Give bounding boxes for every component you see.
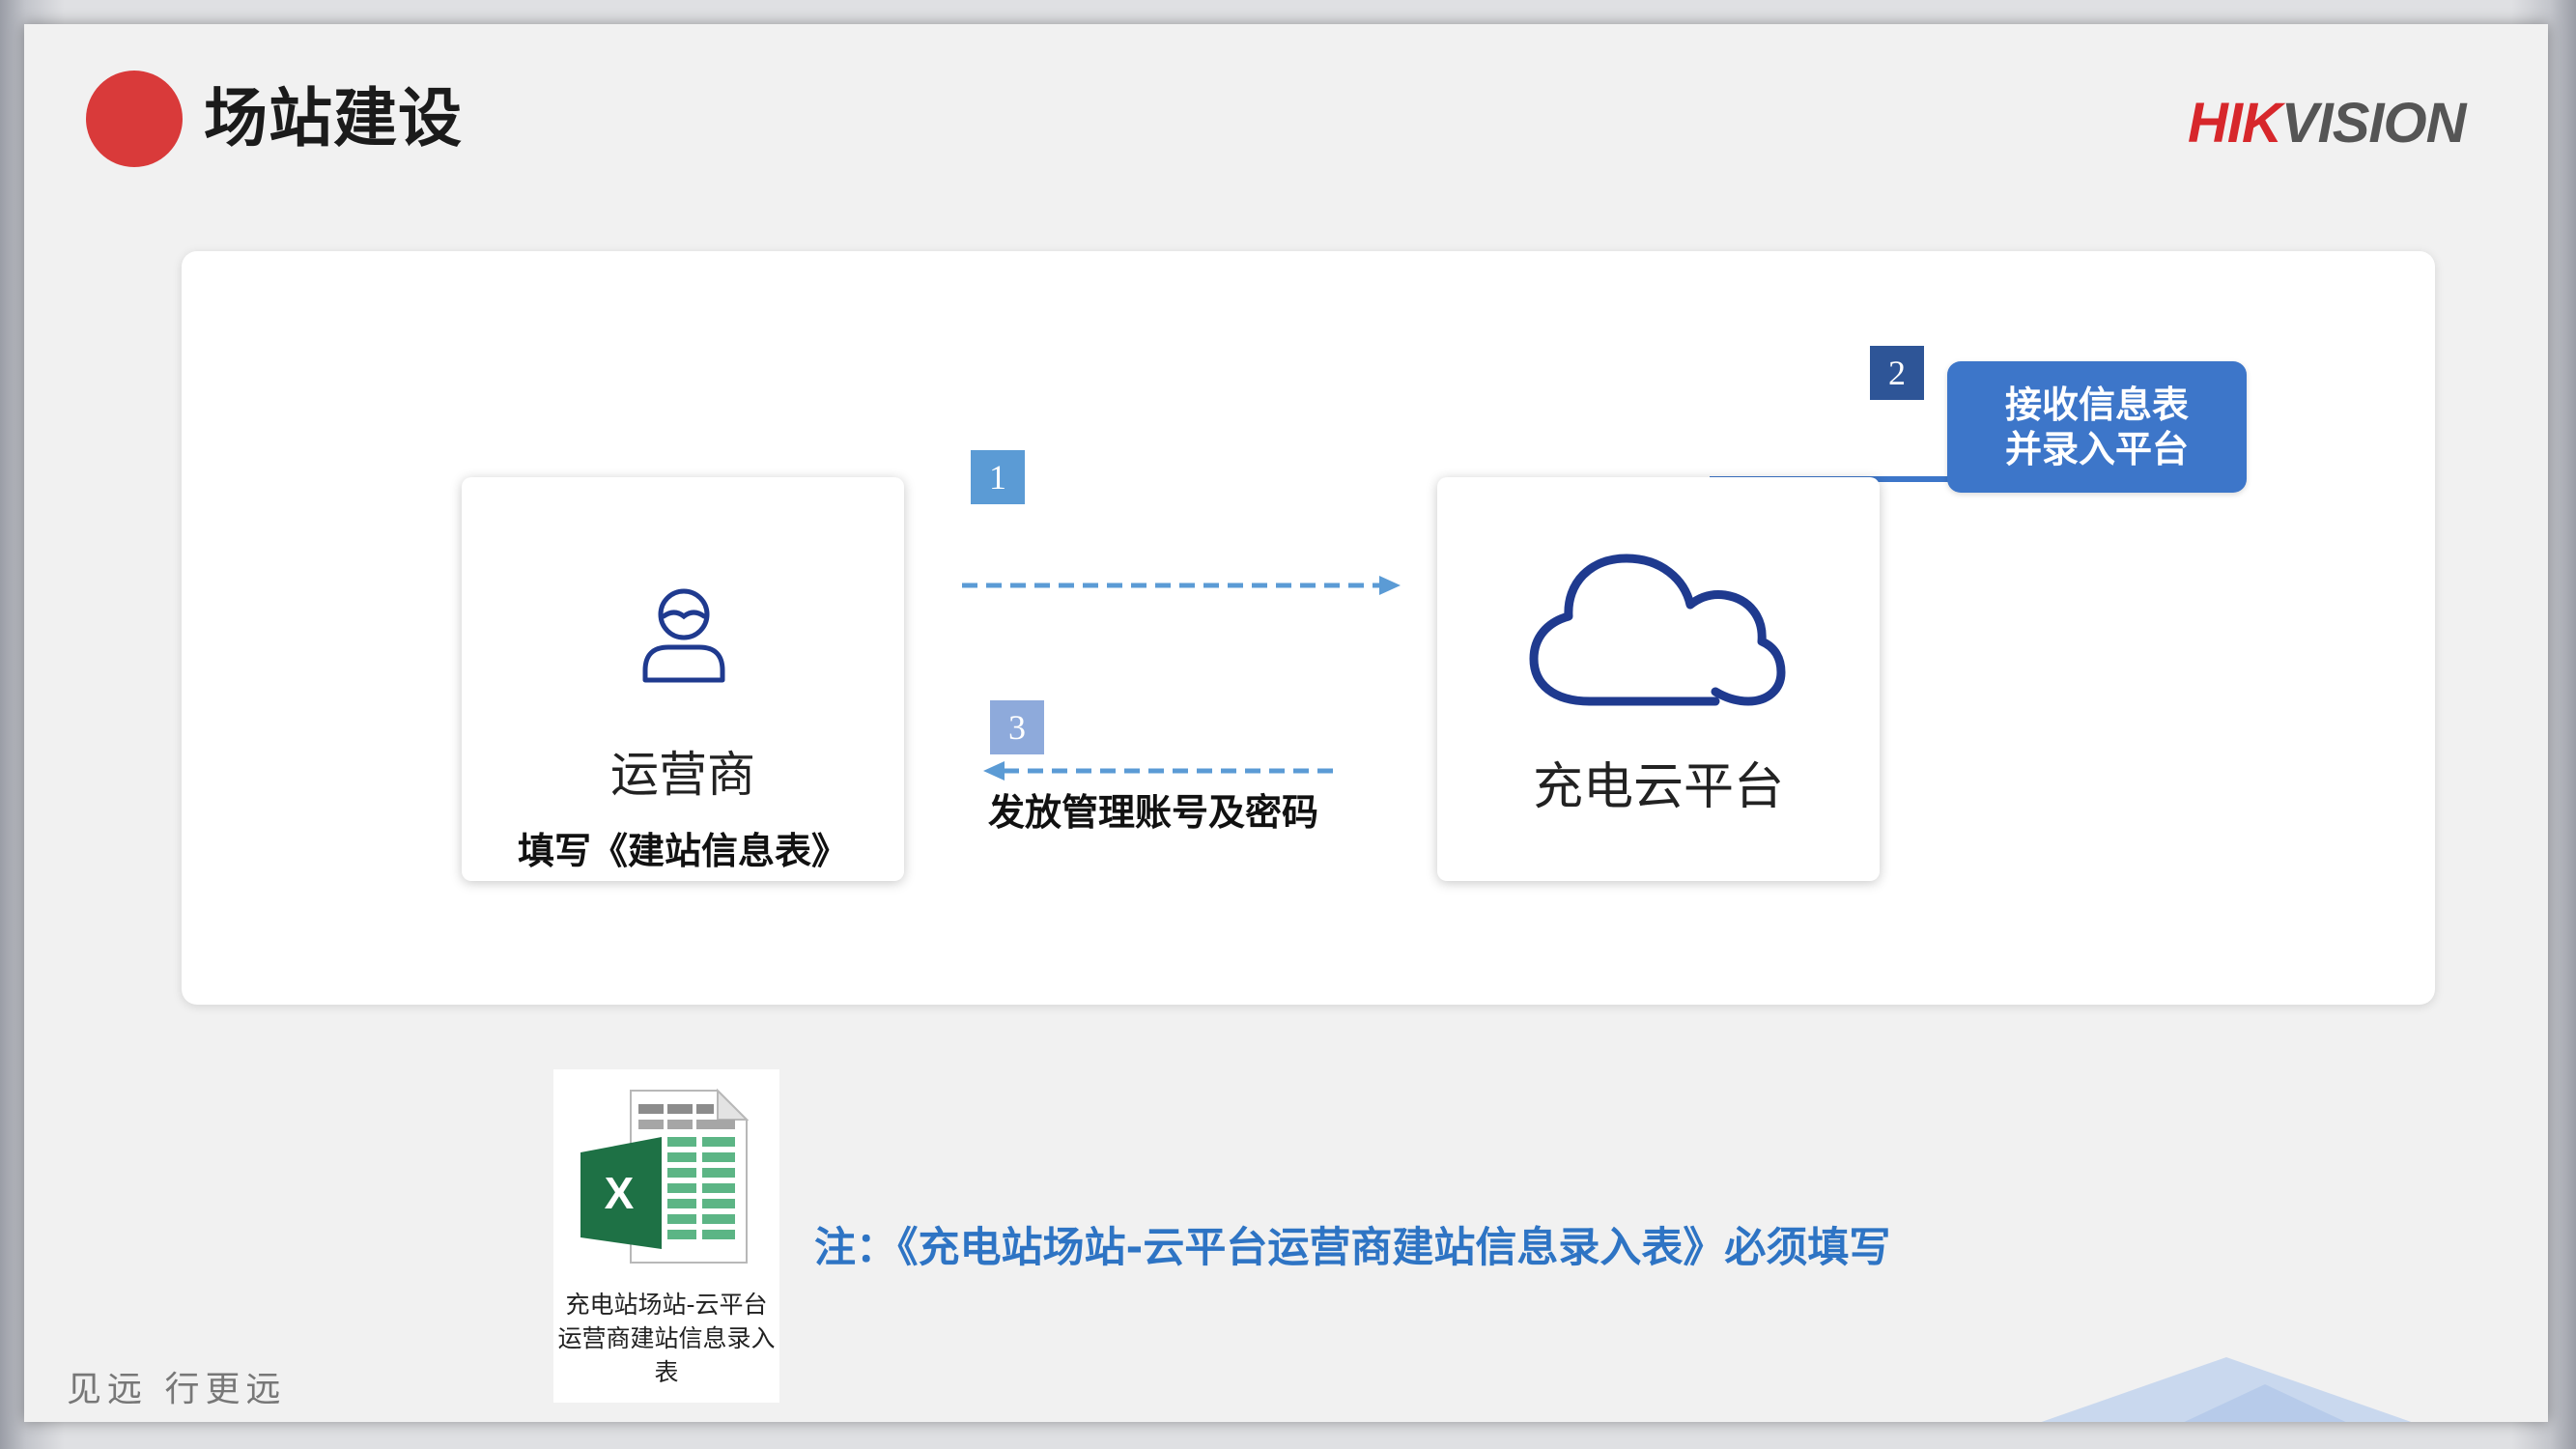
- title-bullet-dot: [86, 71, 183, 167]
- cloud-platform-name: 充电云平台: [1532, 758, 1784, 816]
- footer-slogan: 见远 行更远: [67, 1370, 287, 1409]
- operator-card: 运营商 填写《建站信息表》: [462, 477, 904, 881]
- receive-info-box: 接收信息表 并录入平台: [1947, 361, 2247, 493]
- step-badge-1: 1: [971, 450, 1025, 504]
- operator-name: 运营商: [610, 747, 755, 803]
- receive-line-2: 并录入平台: [2004, 428, 2189, 470]
- footer-decoration: [2041, 1357, 2412, 1422]
- cloud-icon: [1529, 554, 1786, 706]
- person-icon: [642, 588, 725, 683]
- svg-text:X: X: [605, 1168, 635, 1218]
- excel-attachment[interactable]: X 充电站场站-云平台运营商建站信息录入表: [553, 1069, 779, 1403]
- slide: 场站建设 HIKVISION 运营商 填写《建站信息表》 充电云平台 1 2 3…: [24, 24, 2548, 1422]
- diagram-panel: 运营商 填写《建站信息表》 充电云平台 1 2 3 发放管理账号及密码 接收信息…: [182, 251, 2435, 1005]
- excel-file-name: 充电站场站-云平台运营商建站信息录入表: [557, 1291, 776, 1386]
- requirement-note: 注：《充电站场站-云平台运营商建站信息录入表》必须填写: [814, 1224, 1891, 1272]
- hikvision-logo: HIKVISION: [2188, 92, 2469, 155]
- receive-line-1: 接收信息表: [2004, 384, 2189, 426]
- submit-arrow-head: [1379, 576, 1401, 595]
- return-arrow-head: [983, 761, 1005, 781]
- step-badge-3: 3: [990, 700, 1044, 754]
- operator-task: 填写《建站信息表》: [517, 830, 848, 872]
- page-title: 场站建设: [204, 81, 463, 156]
- cloud-platform-card: 充电云平台: [1437, 477, 1880, 881]
- excel-file-icon: X: [580, 1088, 750, 1264]
- return-arrow-label: 发放管理账号及密码: [988, 791, 1319, 834]
- svg-text:HIKVISION: HIKVISION: [2188, 92, 2468, 155]
- step-badge-2: 2: [1870, 346, 1924, 400]
